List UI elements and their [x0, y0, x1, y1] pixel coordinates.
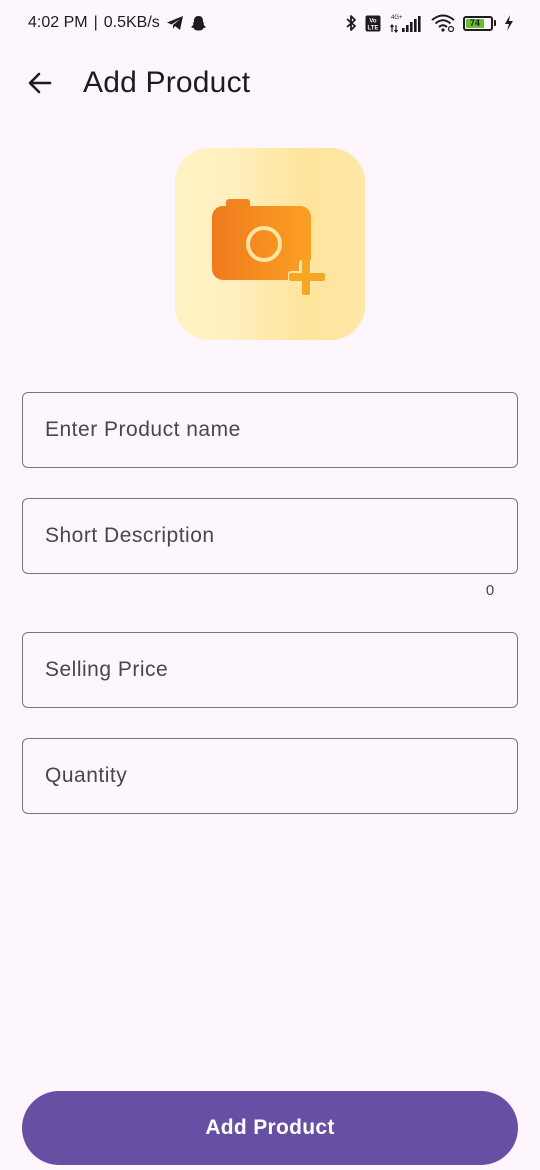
product-image-picker[interactable] [175, 148, 365, 340]
selling-price-input[interactable] [45, 658, 517, 682]
selling-price-field[interactable] [22, 632, 518, 708]
status-right: Vo LTE 4G+ 74 [345, 13, 514, 33]
svg-text:LTE: LTE [368, 25, 379, 31]
status-left: 4:02 PM | 0.5KB/s [28, 14, 207, 32]
product-name-input[interactable] [45, 418, 517, 442]
snapchat-icon [190, 15, 207, 32]
page-title: Add Product [83, 66, 251, 99]
status-time: 4:02 PM [28, 14, 88, 31]
status-bar: 4:02 PM | 0.5KB/s Vo LTE 4G+ 74 [0, 0, 540, 46]
svg-text:4G+: 4G+ [391, 15, 403, 21]
battery-level: 74 [466, 18, 484, 28]
volte-icon: Vo LTE [365, 15, 381, 32]
svg-text:Vo: Vo [369, 18, 377, 24]
product-name-field[interactable] [22, 392, 518, 468]
telegram-icon [166, 15, 184, 31]
app-bar: Add Product [0, 50, 540, 116]
battery-icon: 74 [463, 15, 496, 31]
back-button[interactable] [20, 63, 60, 103]
description-char-counter: 0 [485, 582, 495, 599]
add-product-screen: 4:02 PM | 0.5KB/s Vo LTE 4G+ 74 Add Prod… [0, 0, 540, 1170]
short-description-field[interactable] [22, 498, 518, 574]
arrow-left-icon [28, 72, 52, 94]
status-separator: | [93, 14, 98, 31]
bluetooth-icon [345, 14, 357, 32]
short-description-input[interactable] [45, 524, 517, 548]
camera-add-icon [212, 199, 325, 296]
charging-icon [504, 15, 514, 31]
wifi-icon [431, 14, 455, 32]
add-product-button[interactable]: Add Product [22, 1091, 518, 1165]
quantity-input[interactable] [45, 764, 517, 788]
signal-icon: 4G+ [389, 13, 423, 33]
quantity-field[interactable] [22, 738, 518, 814]
network-speed: 0.5KB/s [103, 14, 160, 31]
